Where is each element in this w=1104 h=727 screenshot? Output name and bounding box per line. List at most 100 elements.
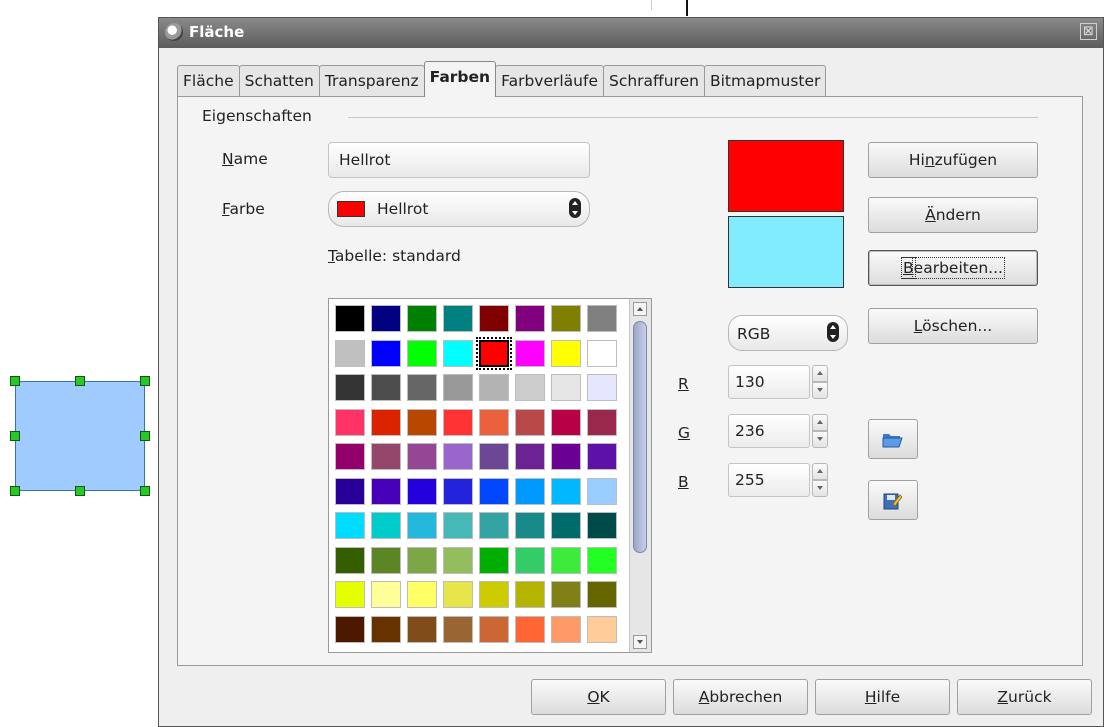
color-cell[interactable] [515,339,545,367]
color-cell[interactable] [479,477,509,505]
color-cell[interactable] [371,408,401,436]
color-cell[interactable] [587,443,617,470]
color-cell[interactable] [335,305,365,332]
color-cell[interactable] [335,477,365,505]
color-cell[interactable] [551,374,581,401]
blue-input[interactable]: 255 [728,463,810,497]
tab-gradients[interactable]: Farbverläufe [495,65,604,96]
color-cell[interactable] [443,477,473,505]
add-button[interactable]: Hinzufügen [868,142,1038,178]
color-cell[interactable] [371,546,401,574]
color-cell[interactable] [587,512,617,539]
color-cell[interactable] [443,408,473,436]
resize-handle-right[interactable] [140,431,150,441]
green-spinbox[interactable]: 236 [728,414,834,448]
color-cell[interactable] [335,615,365,643]
color-cell[interactable] [335,581,365,608]
color-cell[interactable] [443,374,473,401]
color-cell[interactable] [407,339,437,367]
scrollbar-thumb[interactable] [633,321,647,553]
color-cell[interactable] [371,305,401,332]
color-cell[interactable] [371,477,401,505]
green-input[interactable]: 236 [728,414,810,448]
color-cell[interactable] [335,512,365,539]
color-cell[interactable] [371,581,401,608]
color-cell[interactable] [551,477,581,505]
color-cell[interactable] [587,546,617,574]
color-cell[interactable] [371,443,401,470]
scroll-up-icon[interactable] [633,302,647,316]
red-input[interactable]: 130 [728,365,810,399]
color-cell[interactable] [551,546,581,574]
color-cell[interactable] [551,408,581,436]
color-cell[interactable] [515,546,545,574]
color-cell[interactable] [407,477,437,505]
close-button[interactable]: ⊠ [1080,23,1097,40]
color-cell[interactable] [407,443,437,470]
resize-handle-top[interactable] [75,376,85,386]
name-input[interactable]: Hellrot [328,142,590,178]
color-cell[interactable] [407,408,437,436]
color-cell[interactable] [479,408,509,436]
color-cell[interactable] [551,305,581,332]
resize-handle-bottom-right[interactable] [140,486,150,496]
color-cell[interactable] [587,339,617,367]
color-cell[interactable] [587,305,617,332]
color-cell[interactable] [587,615,617,643]
color-cell[interactable] [443,615,473,643]
green-increment-icon[interactable] [812,414,828,431]
save-color-list-button[interactable] [868,480,918,520]
color-cell[interactable] [335,374,365,401]
color-cell[interactable] [587,374,617,401]
color-cell[interactable] [515,512,545,539]
color-cell[interactable] [407,546,437,574]
tab-transparency[interactable]: Transparenz [318,65,425,96]
color-cell[interactable] [479,443,509,470]
color-cell[interactable] [335,546,365,574]
color-cell[interactable] [335,339,365,367]
blue-decrement-icon[interactable] [812,480,828,497]
color-cell[interactable] [479,374,509,401]
color-cell[interactable] [515,615,545,643]
tab-hatching[interactable]: Schraffuren [602,65,705,96]
edit-button[interactable]: Bearbeiten... [868,250,1038,286]
color-cell[interactable] [515,581,545,608]
help-button[interactable]: Hilfe [815,679,950,715]
color-cell[interactable] [476,336,512,370]
resize-handle-left[interactable] [10,431,20,441]
color-cell[interactable] [443,305,473,332]
color-cell[interactable] [479,581,509,608]
color-cell[interactable] [515,443,545,470]
color-cell[interactable] [587,408,617,436]
color-cell[interactable] [551,615,581,643]
color-cell[interactable] [551,339,581,367]
red-decrement-icon[interactable] [812,382,828,399]
color-cell[interactable] [407,374,437,401]
tab-area[interactable]: Fläche [177,65,240,96]
green-decrement-icon[interactable] [812,431,828,448]
color-cell[interactable] [371,512,401,539]
palette-scrollbar[interactable] [629,299,651,652]
delete-button[interactable]: Löschen... [868,308,1038,344]
color-cell[interactable] [587,581,617,608]
color-cell[interactable] [443,512,473,539]
color-cell[interactable] [443,339,473,367]
color-cell[interactable] [551,443,581,470]
blue-increment-icon[interactable] [812,463,828,480]
tab-colors[interactable]: Farben [423,61,497,97]
cancel-button[interactable]: Abbrechen [673,679,808,715]
tab-bitmaps[interactable]: Bitmapmuster [703,65,827,96]
red-spinbox[interactable]: 130 [728,365,834,399]
color-cell[interactable] [587,477,617,505]
resize-handle-top-right[interactable] [140,376,150,386]
color-cell[interactable] [407,581,437,608]
resize-handle-bottom[interactable] [75,486,85,496]
color-cell[interactable] [479,512,509,539]
reset-button[interactable]: Zurück [957,679,1092,715]
color-cell[interactable] [443,443,473,470]
color-cell[interactable] [479,305,509,332]
color-cell[interactable] [479,615,509,643]
color-cell[interactable] [407,615,437,643]
ok-button[interactable]: OK [531,679,666,715]
color-cell[interactable] [515,305,545,332]
